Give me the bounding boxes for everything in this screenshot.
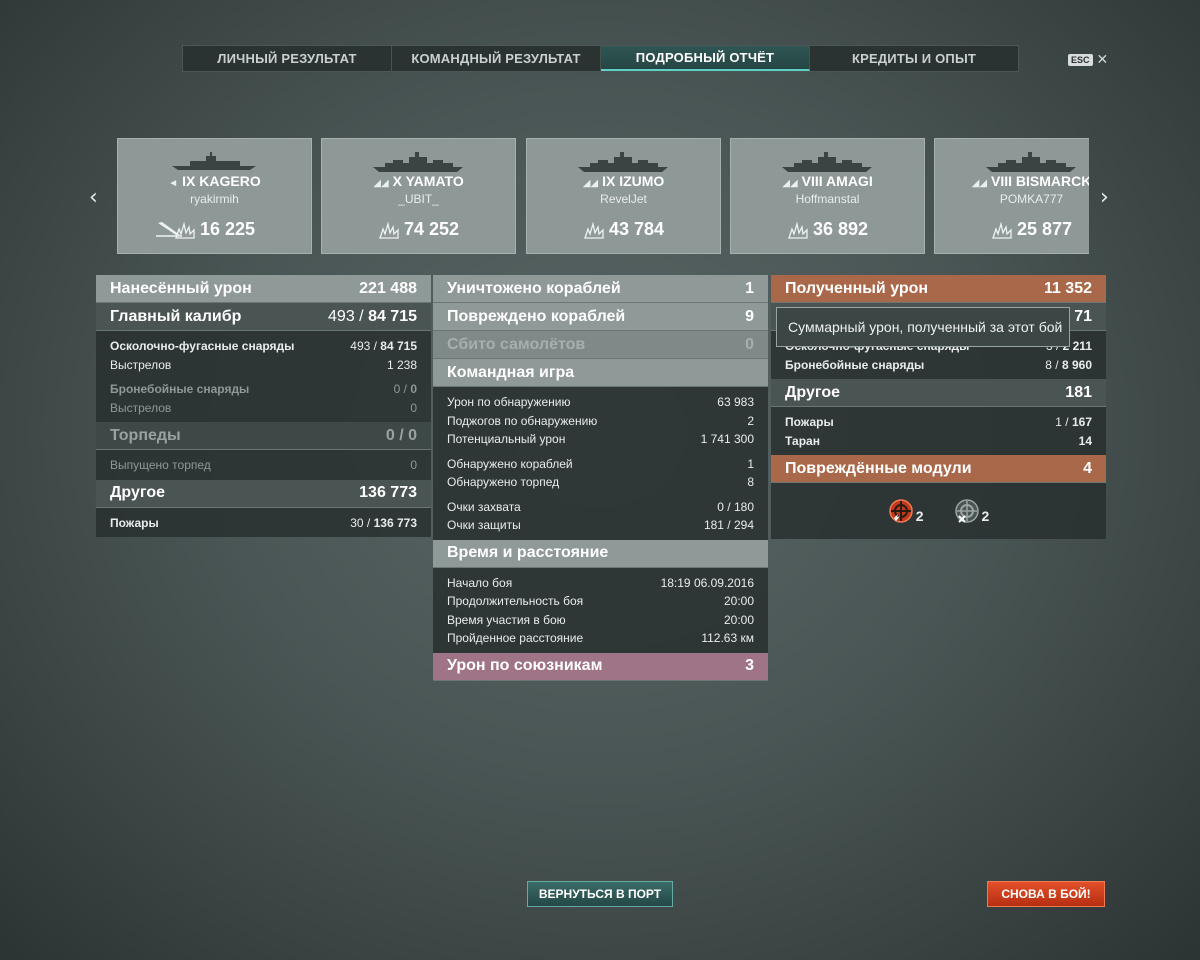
other-damage-details: Пожары 30 / 136 773 [96,507,431,537]
ships-damaged-header: Повреждено кораблей 9 [433,303,768,331]
tab-credits-xp[interactable]: КРЕДИТЫ И ОПЫТ [810,46,1018,71]
stat-row: Пожары 1 / 167 [785,415,1092,430]
ship-card[interactable]: ◢◢ VIII BISMARCK POMKA777 25 877 [934,138,1089,254]
stat-row: Выстрелов 0 [110,400,417,415]
time-distance-header: Время и расстояние [433,539,768,568]
stat-row: Потенциальный урон 1 741 300 [447,432,754,447]
damage-dealt-value: 221 488 [359,279,417,297]
stat-row: Осколочно-фугасные снаряды 493 / 84 715 [110,339,417,354]
stat-row: Поджогов по обнаружению 2 [447,413,754,428]
sunk-ship-icon [156,219,182,242]
ship-damage: 25 877 [935,219,1089,240]
stat-row: Начало боя 18:19 06.09.2016 [447,575,754,590]
main-battery-label: Главный калибр [110,307,242,325]
other-received-header: Другое 181 [771,379,1106,407]
ships-destroyed-header: Уничтожено кораблей 1 [433,275,768,303]
ship-card[interactable]: ◢◢ X YAMATO _UBIT_ 74 252 [321,138,516,254]
stat-row: Выстрелов 1 238 [110,357,417,372]
carousel-next-button[interactable]: › [1100,185,1109,210]
tab-bar: ЛИЧНЫЙ РЕЗУЛЬТАТ КОМАНДНЫЙ РЕЗУЛЬТАТ ПОД… [182,45,1019,72]
ship-name: ◢◢ VIII AMAGI [782,173,873,189]
stat-row: Очки захвата 0 / 180 [447,499,754,514]
ship-card[interactable]: ◄ IX KAGERO ryakirmih 16 225 [117,138,312,254]
ship-class-icon: ◢◢ [582,178,599,189]
module-steering[interactable]: 2 [888,498,924,524]
player-name: RevelJet [600,192,647,206]
player-name: POMKA777 [999,192,1064,206]
stat-row: Бронебойные снаряды 8 / 8 960 [785,357,1092,372]
time-distance-details: Начало боя 18:19 06.09.2016 Продолжительно… [433,567,768,653]
ship-card[interactable]: ◢◢ IX IZUMO RevelJet 43 784 [526,138,721,254]
stat-row: Обнаружено торпед 8 [447,475,754,490]
ship-class-icon: ◄ [168,178,179,189]
stat-row: Продолжительность боя 20:00 [447,594,754,609]
stat-row: Очки защиты 181 / 294 [447,518,754,533]
ship-damage: 74 252 [322,219,515,240]
player-name: Hoffmanstal [795,192,860,206]
ship-name: ◢◢ X YAMATO [373,173,464,189]
torpedoes-header: Торпеды 0 / 0 [96,422,431,450]
player-name: ryakirmih [190,192,239,206]
ship-card[interactable]: ◢◢ VIII AMAGI Hoffmanstal 36 892 [730,138,925,254]
damage-icon [584,220,604,239]
ship-damage: 43 784 [527,219,720,240]
ally-damage-header: Урон по союзникам 3 [433,652,768,681]
engine-icon [954,499,979,523]
stat-row: Обнаружено кораблей 1 [447,456,754,471]
tab-detailed-report[interactable]: ПОДРОБНЫЙ ОТЧЁТ [601,46,810,71]
stat-row: Пожары 30 / 136 773 [110,515,417,530]
ship-class-icon: ◢◢ [373,178,389,189]
damage-icon [992,220,1012,239]
other-damage-header: Другое 136 773 [96,479,431,508]
ship-class-icon: ◢◢ [782,178,798,189]
tab-team-result[interactable]: КОМАНДНЫЙ РЕЗУЛЬТАТ [392,46,601,71]
planes-shot-down-header: Сбито самолётов 0 [433,331,768,359]
damaged-modules-details: 2 2 [771,483,1106,539]
esc-key-icon: ESC [1068,53,1093,66]
stat-row: Бронебойные снаряды 0 / 0 [110,382,417,397]
close-button[interactable]: ESC ✕ [1068,51,1108,68]
damage-dealt-label: Нанесённый урон [110,279,252,297]
ship-class-icon: ◢◢ [971,178,988,189]
main-battery-header: Главный калибр 493 / 84 715 [96,303,431,331]
main-battery-details: Осколочно-фугасные снаряды 493 / 84 715 В… [96,331,431,422]
stat-row: Урон по обнаружению 63 983 [447,395,754,410]
damage-dealt-panel: Нанесённый урон 221 488 Главный калибр 493… [96,275,431,537]
damage-received-tooltip: Суммарный урон, полученный за этот бой [776,307,1070,347]
stat-row: Таран 14 [785,433,1092,448]
player-name: _UBIT_ [398,192,439,206]
ship-name: ◢◢ IX IZUMO [582,173,665,189]
stat-row: Выпущено торпед 0 [110,458,417,473]
stat-row: Время участия в бою 20:00 [447,612,754,627]
ship-damage: 36 892 [731,219,924,240]
ship-name: ◢◢ VIII BISMARCK [971,173,1089,189]
damage-received-header[interactable]: Полученный урон 11 352 [771,275,1106,303]
other-received-details: Пожары 1 / 167 Таран 14 [771,407,1106,455]
stat-row: Пройденное расстояние 112.63 км [447,631,754,646]
torpedoes-details: Выпущено торпед 0 [96,450,431,480]
close-icon[interactable]: ✕ [1097,51,1109,68]
battle-again-button[interactable]: СНОВА В БОЙ! [987,881,1105,907]
main-battery-value: 493 / 84 715 [328,307,417,325]
return-to-port-button[interactable]: ВЕРНУТЬСЯ В ПОРТ [527,881,673,907]
ship-carousel: ◄ IX KAGERO ryakirmih 16 225 ◢◢ X YAMATO _UBIT… [117,138,1089,254]
damage-icon [379,220,399,239]
damage-dealt-header: Нанесённый урон 221 488 [96,275,431,303]
teamwork-details: Урон по обнаружению 63 983 Поджогов по обн… [433,387,768,540]
steering-gear-icon [888,499,913,523]
combat-summary-panel: Уничтожено кораблей 1 Повреждено кораблей… [433,275,768,681]
damaged-modules-header: Повреждённые модули 4 [771,455,1106,483]
teamwork-header: Командная игра [433,359,768,387]
carousel-prev-button[interactable]: ‹ [89,185,98,210]
ship-name: ◄ IX KAGERO [168,173,261,189]
damage-icon [788,220,808,239]
ship-damage: 16 225 [118,219,311,240]
tab-personal-result[interactable]: ЛИЧНЫЙ РЕЗУЛЬТАТ [183,46,392,71]
module-engine[interactable]: 2 [954,498,989,524]
